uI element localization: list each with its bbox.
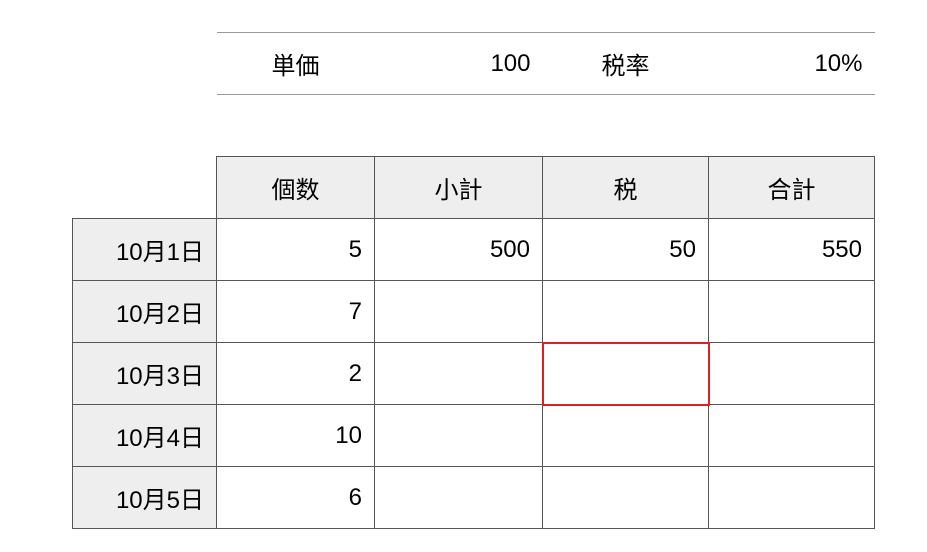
date-cell[interactable]: 10月1日 bbox=[73, 219, 217, 281]
total-cell[interactable]: 550 bbox=[709, 219, 875, 281]
qty-cell[interactable]: 2 bbox=[217, 343, 375, 405]
blank-cell[interactable] bbox=[73, 95, 217, 157]
unit-price-value[interactable]: 100 bbox=[375, 33, 543, 95]
qty-cell[interactable]: 5 bbox=[217, 219, 375, 281]
qty-cell[interactable]: 10 bbox=[217, 405, 375, 467]
header-qty[interactable]: 個数 bbox=[217, 157, 375, 219]
date-cell[interactable]: 10月3日 bbox=[73, 343, 217, 405]
header-tax[interactable]: 税 bbox=[543, 157, 709, 219]
tax-rate-value[interactable]: 10% bbox=[709, 33, 875, 95]
header-total[interactable]: 合計 bbox=[709, 157, 875, 219]
header-row: 個数 小計 税 合計 bbox=[73, 157, 875, 219]
subtotal-cell[interactable] bbox=[375, 281, 543, 343]
tax-rate-label[interactable]: 税率 bbox=[543, 33, 709, 95]
spreadsheet-table: 単価 100 税率 10% 個数 小計 税 合計 10月1日 5 500 50 … bbox=[72, 32, 875, 529]
unit-price-label[interactable]: 単価 bbox=[217, 33, 375, 95]
date-cell[interactable]: 10月2日 bbox=[73, 281, 217, 343]
tax-cell[interactable] bbox=[543, 405, 709, 467]
blank-cell[interactable] bbox=[73, 157, 217, 219]
blank-cell[interactable] bbox=[73, 33, 217, 95]
tax-cell[interactable] bbox=[543, 467, 709, 529]
info-row: 単価 100 税率 10% bbox=[73, 33, 875, 95]
blank-cell[interactable] bbox=[375, 95, 543, 157]
subtotal-cell[interactable] bbox=[375, 405, 543, 467]
subtotal-cell[interactable]: 500 bbox=[375, 219, 543, 281]
tax-cell[interactable]: 50 bbox=[543, 219, 709, 281]
date-cell[interactable]: 10月5日 bbox=[73, 467, 217, 529]
qty-cell[interactable]: 6 bbox=[217, 467, 375, 529]
tax-cell[interactable] bbox=[543, 281, 709, 343]
table-row: 10月5日 6 bbox=[73, 467, 875, 529]
table-row: 10月4日 10 bbox=[73, 405, 875, 467]
table-row: 10月3日 2 bbox=[73, 343, 875, 405]
table-row: 10月2日 7 bbox=[73, 281, 875, 343]
total-cell[interactable] bbox=[709, 343, 875, 405]
spacer-row bbox=[73, 95, 875, 157]
subtotal-cell[interactable] bbox=[375, 467, 543, 529]
total-cell[interactable] bbox=[709, 405, 875, 467]
blank-cell[interactable] bbox=[217, 95, 375, 157]
blank-cell[interactable] bbox=[543, 95, 709, 157]
tax-cell-selected[interactable] bbox=[543, 343, 709, 405]
date-cell[interactable]: 10月4日 bbox=[73, 405, 217, 467]
spreadsheet-region: 単価 100 税率 10% 個数 小計 税 合計 10月1日 5 500 50 … bbox=[72, 32, 875, 529]
qty-cell[interactable]: 7 bbox=[217, 281, 375, 343]
header-subtotal[interactable]: 小計 bbox=[375, 157, 543, 219]
subtotal-cell[interactable] bbox=[375, 343, 543, 405]
blank-cell[interactable] bbox=[709, 95, 875, 157]
total-cell[interactable] bbox=[709, 281, 875, 343]
table-row: 10月1日 5 500 50 550 bbox=[73, 219, 875, 281]
total-cell[interactable] bbox=[709, 467, 875, 529]
